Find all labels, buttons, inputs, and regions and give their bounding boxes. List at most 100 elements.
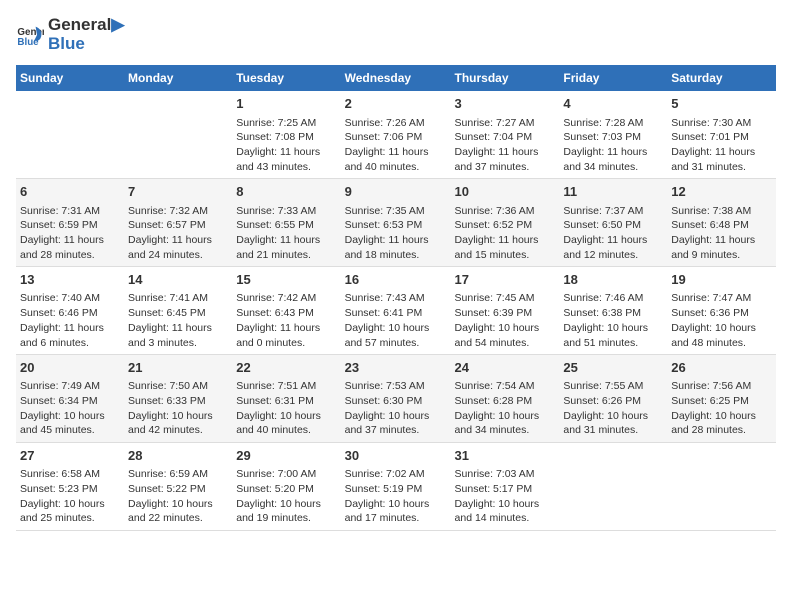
calendar-cell: 27Sunrise: 6:58 AM Sunset: 5:23 PM Dayli… (16, 443, 124, 531)
day-info: Sunrise: 7:49 AM Sunset: 6:34 PM Dayligh… (20, 379, 120, 438)
day-number: 17 (455, 271, 556, 289)
day-info: Sunrise: 7:53 AM Sunset: 6:30 PM Dayligh… (345, 379, 447, 438)
logo-blue-text: Blue (48, 35, 124, 54)
calendar-cell: 26 Sunrise: 7:56 AM Sunset: 6:25 PM Dayli… (667, 355, 776, 443)
day-info: Sunrise: 7:51 AM Sunset: 6:31 PM Dayligh… (236, 379, 336, 438)
day-number: 12 (671, 183, 772, 201)
calendar-cell: 13 Sunrise: 7:40 AM Sunset: 6:46 PM Dayli… (16, 267, 124, 355)
day-info: Sunrise: 7:40 AM Sunset: 6:46 PM Dayligh… (20, 291, 120, 350)
day-number: 16 (345, 271, 447, 289)
day-number: 26 (671, 359, 772, 377)
weekday-header-saturday: Saturday (667, 65, 776, 91)
calendar-row-0: 1 Sunrise: 7:25 AM Sunset: 7:08 PM Daylig… (16, 91, 776, 178)
day-info: Sunrise: 7:47 AM Sunset: 6:36 PM Dayligh… (671, 291, 772, 350)
day-info: Sunrise: 7:27 AM Sunset: 7:04 PM Dayligh… (455, 116, 556, 175)
day-info: Sunrise: 7:25 AM Sunset: 7:08 PM Dayligh… (236, 116, 336, 175)
calendar-cell (124, 91, 232, 178)
calendar-row-1: 6 Sunrise: 7:31 AM Sunset: 6:59 PM Daylig… (16, 179, 776, 267)
day-number: 30 (345, 447, 447, 465)
day-info: Sunrise: 7:36 AM Sunset: 6:52 PM Dayligh… (455, 204, 556, 263)
weekday-header-row: SundayMondayTuesdayWednesdayThursdayFrid… (16, 65, 776, 91)
day-info: Sunrise: 7:38 AM Sunset: 6:48 PM Dayligh… (671, 204, 772, 263)
day-info: Sunrise: 7:46 AM Sunset: 6:38 PM Dayligh… (563, 291, 663, 350)
weekday-header-tuesday: Tuesday (232, 65, 340, 91)
calendar-cell: 30Sunrise: 7:02 AM Sunset: 5:19 PM Dayli… (341, 443, 451, 531)
calendar-cell: 22 Sunrise: 7:51 AM Sunset: 6:31 PM Dayli… (232, 355, 340, 443)
page-header: General Blue General▶ Blue (16, 16, 776, 53)
day-number: 27 (20, 447, 120, 465)
day-number: 6 (20, 183, 120, 201)
day-info: Sunrise: 7:28 AM Sunset: 7:03 PM Dayligh… (563, 116, 663, 175)
day-info: Sunrise: 7:56 AM Sunset: 6:25 PM Dayligh… (671, 379, 772, 438)
day-number: 21 (128, 359, 228, 377)
calendar-cell: 9 Sunrise: 7:35 AM Sunset: 6:53 PM Daylig… (341, 179, 451, 267)
weekday-header-sunday: Sunday (16, 65, 124, 91)
day-number: 13 (20, 271, 120, 289)
day-number: 10 (455, 183, 556, 201)
calendar-cell (667, 443, 776, 531)
calendar-cell: 19 Sunrise: 7:47 AM Sunset: 6:36 PM Dayli… (667, 267, 776, 355)
calendar-cell: 29 Sunrise: 7:00 AM Sunset: 5:20 PM Dayli… (232, 443, 340, 531)
day-number: 19 (671, 271, 772, 289)
day-number: 18 (563, 271, 663, 289)
day-info: Sunrise: 6:59 AM Sunset: 5:22 PM Dayligh… (128, 467, 228, 526)
day-info: Sunrise: 7:43 AM Sunset: 6:41 PM Dayligh… (345, 291, 447, 350)
day-number: 28 (128, 447, 228, 465)
logo-general-text: General▶ (48, 16, 124, 35)
day-info: Sunrise: 7:50 AM Sunset: 6:33 PM Dayligh… (128, 379, 228, 438)
calendar-cell (559, 443, 667, 531)
weekday-header-thursday: Thursday (451, 65, 560, 91)
calendar-cell: 31 Sunrise: 7:03 AM Sunset: 5:17 PM Dayli… (451, 443, 560, 531)
day-number: 1 (236, 95, 336, 113)
calendar-cell: 1 Sunrise: 7:25 AM Sunset: 7:08 PM Daylig… (232, 91, 340, 178)
calendar-cell: 2 Sunrise: 7:26 AM Sunset: 7:06 PM Daylig… (341, 91, 451, 178)
day-info: Sunrise: 7:55 AM Sunset: 6:26 PM Dayligh… (563, 379, 663, 438)
day-info: Sunrise: 7:35 AM Sunset: 6:53 PM Dayligh… (345, 204, 447, 263)
calendar-table: SundayMondayTuesdayWednesdayThursdayFrid… (16, 65, 776, 531)
day-info: Sunrise: 7:31 AM Sunset: 6:59 PM Dayligh… (20, 204, 120, 263)
calendar-cell: 14Sunrise: 7:41 AM Sunset: 6:45 PM Dayli… (124, 267, 232, 355)
day-info: Sunrise: 7:42 AM Sunset: 6:43 PM Dayligh… (236, 291, 336, 350)
calendar-cell: 3Sunrise: 7:27 AM Sunset: 7:04 PM Daylig… (451, 91, 560, 178)
calendar-cell: 15 Sunrise: 7:42 AM Sunset: 6:43 PM Dayli… (232, 267, 340, 355)
day-number: 24 (455, 359, 556, 377)
day-info: Sunrise: 7:26 AM Sunset: 7:06 PM Dayligh… (345, 116, 447, 175)
day-info: Sunrise: 7:30 AM Sunset: 7:01 PM Dayligh… (671, 116, 772, 175)
calendar-cell: 7 Sunrise: 7:32 AM Sunset: 6:57 PM Daylig… (124, 179, 232, 267)
weekday-header-monday: Monday (124, 65, 232, 91)
calendar-cell: 12 Sunrise: 7:38 AM Sunset: 6:48 PM Dayli… (667, 179, 776, 267)
day-number: 15 (236, 271, 336, 289)
calendar-cell: 18 Sunrise: 7:46 AM Sunset: 6:38 PM Dayli… (559, 267, 667, 355)
day-number: 2 (345, 95, 447, 113)
calendar-body: 1 Sunrise: 7:25 AM Sunset: 7:08 PM Daylig… (16, 91, 776, 530)
day-number: 20 (20, 359, 120, 377)
calendar-cell: 25 Sunrise: 7:55 AM Sunset: 6:26 PM Dayli… (559, 355, 667, 443)
day-number: 22 (236, 359, 336, 377)
day-number: 7 (128, 183, 228, 201)
logo-icon: General Blue (16, 21, 44, 49)
calendar-cell: 4 Sunrise: 7:28 AM Sunset: 7:03 PM Daylig… (559, 91, 667, 178)
day-number: 23 (345, 359, 447, 377)
calendar-cell: 23 Sunrise: 7:53 AM Sunset: 6:30 PM Dayli… (341, 355, 451, 443)
calendar-cell: 6 Sunrise: 7:31 AM Sunset: 6:59 PM Daylig… (16, 179, 124, 267)
day-number: 25 (563, 359, 663, 377)
day-info: Sunrise: 7:33 AM Sunset: 6:55 PM Dayligh… (236, 204, 336, 263)
day-info: Sunrise: 7:37 AM Sunset: 6:50 PM Dayligh… (563, 204, 663, 263)
day-info: Sunrise: 7:54 AM Sunset: 6:28 PM Dayligh… (455, 379, 556, 438)
calendar-cell: 8Sunrise: 7:33 AM Sunset: 6:55 PM Daylig… (232, 179, 340, 267)
day-info: Sunrise: 7:45 AM Sunset: 6:39 PM Dayligh… (455, 291, 556, 350)
day-number: 11 (563, 183, 663, 201)
calendar-cell: 21 Sunrise: 7:50 AM Sunset: 6:33 PM Dayli… (124, 355, 232, 443)
svg-text:Blue: Blue (17, 36, 39, 47)
calendar-cell: 16 Sunrise: 7:43 AM Sunset: 6:41 PM Dayli… (341, 267, 451, 355)
day-number: 29 (236, 447, 336, 465)
logo: General Blue General▶ Blue (16, 16, 124, 53)
calendar-cell: 10 Sunrise: 7:36 AM Sunset: 6:52 PM Dayli… (451, 179, 560, 267)
day-info: Sunrise: 7:00 AM Sunset: 5:20 PM Dayligh… (236, 467, 336, 526)
day-info: Sunrise: 7:32 AM Sunset: 6:57 PM Dayligh… (128, 204, 228, 263)
day-number: 31 (455, 447, 556, 465)
day-info: Sunrise: 7:41 AM Sunset: 6:45 PM Dayligh… (128, 291, 228, 350)
day-number: 9 (345, 183, 447, 201)
day-number: 4 (563, 95, 663, 113)
day-info: Sunrise: 7:03 AM Sunset: 5:17 PM Dayligh… (455, 467, 556, 526)
